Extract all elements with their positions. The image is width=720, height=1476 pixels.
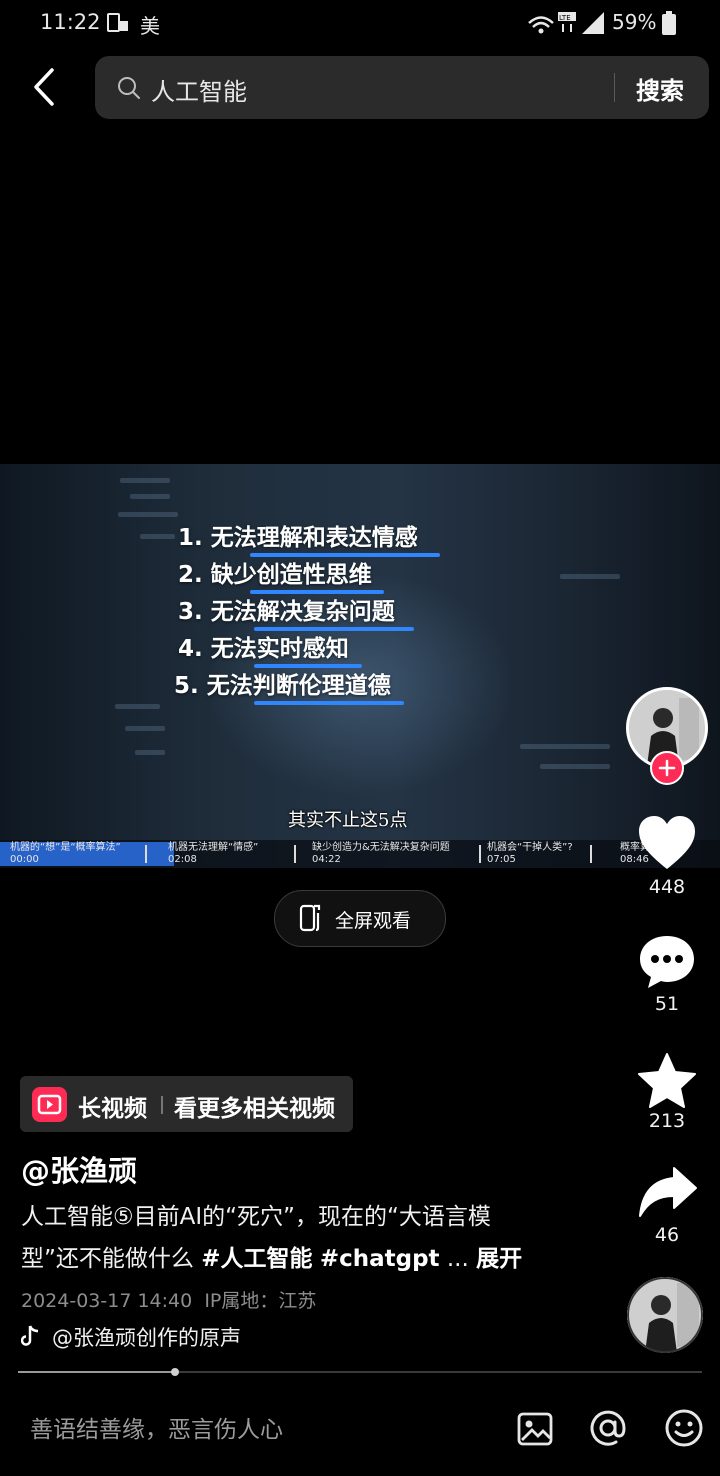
follow-button[interactable] <box>650 751 684 785</box>
status-bar: 11:22 美 LTE 59% <box>0 0 720 46</box>
desc-line-2: 型”还不能做什么 #人工智能 #chatgpt ... 展开 <box>21 1246 523 1272</box>
bg-code-line <box>135 750 165 755</box>
like-count: 448 <box>648 876 686 898</box>
share-arrow-icon[interactable] <box>638 1166 698 1218</box>
fullscreen-button[interactable]: 全屏观看 <box>274 890 446 947</box>
video-text-list: 1. 无法理解和表达情感 2. 缺少创造性思维 3. 无法解决复杂问题 4. 无… <box>174 522 440 707</box>
video-list-item-4: 4. 无法实时感知 <box>178 633 418 670</box>
long-video-badge[interactable]: 长视频 看更多相关视频 <box>20 1076 353 1132</box>
battery-percent: 59% <box>612 10 657 34</box>
back-arrow-icon[interactable] <box>26 66 66 108</box>
share-count: 46 <box>654 1224 680 1246</box>
comment-input[interactable]: 善语结善缘，恶言伤人心 <box>30 1410 283 1444</box>
carrier-label: 美 <box>140 14 160 38</box>
hashtag[interactable]: #人工智能 <box>201 1246 312 1272</box>
star-icon[interactable] <box>637 1052 697 1108</box>
chapter-separator <box>294 845 296 863</box>
chapter-item[interactable]: 机器会“干掉人类”? 07:05 <box>487 842 573 866</box>
chapter-item[interactable]: 缺少创造力&无法解决复杂问题 04:22 <box>312 842 450 866</box>
video-list-item-2: 2. 缺少创造性思维 <box>178 559 418 596</box>
bg-code-line <box>130 494 170 499</box>
long-video-icon <box>32 1087 67 1122</box>
search-input[interactable]: 人工智能 <box>151 72 247 107</box>
chapter-separator <box>145 845 147 863</box>
mention-icon[interactable] <box>588 1408 628 1448</box>
progress-fill <box>18 1371 176 1373</box>
long-video-separator <box>161 1096 163 1114</box>
bg-code-line <box>560 574 620 579</box>
chapter-separator <box>590 845 592 863</box>
sim-icon <box>107 13 128 32</box>
image-icon[interactable] <box>516 1409 556 1449</box>
post-date: 2024-03-17 14:40 <box>21 1290 193 1312</box>
status-time: 11:22 <box>40 10 101 34</box>
bg-code-line <box>540 764 610 769</box>
long-video-title: 长视频 <box>78 1096 147 1122</box>
emoji-icon[interactable] <box>664 1408 704 1448</box>
network-icons: LTE <box>528 12 604 34</box>
post-location: IP属地：江苏 <box>204 1290 317 1312</box>
rotate-screen-icon <box>299 904 321 932</box>
bg-code-line <box>115 704 160 709</box>
svg-text:LTE: LTE <box>559 14 571 22</box>
music-disc-avatar[interactable] <box>627 1277 703 1353</box>
bg-code-line <box>140 534 175 539</box>
long-video-more: 看更多相关视频 <box>174 1096 335 1122</box>
search-divider <box>614 73 615 102</box>
chapter-separator <box>479 845 481 863</box>
search-button[interactable]: 搜索 <box>636 71 684 106</box>
bg-code-line <box>118 512 178 517</box>
heart-icon[interactable] <box>637 815 697 871</box>
favorite-count: 213 <box>648 1110 686 1132</box>
author-name[interactable]: @张渔顽 <box>21 1148 137 1190</box>
music-label[interactable]: @张渔顽创作的原声 <box>52 1322 241 1352</box>
fullscreen-label: 全屏观看 <box>335 910 412 932</box>
plus-icon <box>658 759 676 777</box>
chapter-item[interactable]: 机器的“想”是“概率算法” 00:00 <box>0 842 174 866</box>
video-player[interactable]: 1. 无法理解和表达情感 2. 缺少创造性思维 3. 无法解决复杂问题 4. 无… <box>0 464 720 868</box>
post-description: 人工智能⑤目前AI的“死穴”，现在的“大语言模 型”还不能做什么 #人工智能 #… <box>21 1196 581 1280</box>
chapter-bar: 机器的“想”是“概率算法” 00:00 机器无法理解“情感” 02:08 缺少创造力… <box>0 840 720 868</box>
hashtag[interactable]: #chatgpt <box>320 1246 440 1272</box>
desc-line-1: 人工智能⑤目前AI的“死穴”，现在的“大语言模 <box>21 1204 491 1230</box>
chapter-item[interactable]: 机器无法理解“情感” 02:08 <box>168 842 258 866</box>
post-meta: 2024-03-17 14:40 IP属地：江苏 <box>21 1286 316 1313</box>
search-bar[interactable]: 人工智能 搜索 <box>95 56 709 119</box>
battery-icon <box>662 11 676 35</box>
expand-button[interactable]: 展开 <box>476 1246 522 1272</box>
video-list-item-3: 3. 无法解决复杂问题 <box>178 596 418 633</box>
bg-code-line <box>520 744 610 749</box>
progress-knob[interactable] <box>171 1368 180 1376</box>
music-disc-image <box>627 1277 703 1353</box>
video-list-item-1: 1. 无法理解和表达情感 <box>178 522 440 559</box>
video-list-item-5: 5. 无法判断伦理道德 <box>174 670 414 707</box>
comment-count: 51 <box>654 993 680 1015</box>
comment-icon[interactable] <box>638 934 696 990</box>
video-progress-bar[interactable] <box>18 1368 702 1376</box>
music-note-icon <box>21 1325 39 1346</box>
video-subtitle: 其实不止这5点 <box>288 810 408 831</box>
search-icon <box>118 77 140 99</box>
bg-code-line <box>125 726 165 731</box>
bg-code-line <box>120 478 170 483</box>
